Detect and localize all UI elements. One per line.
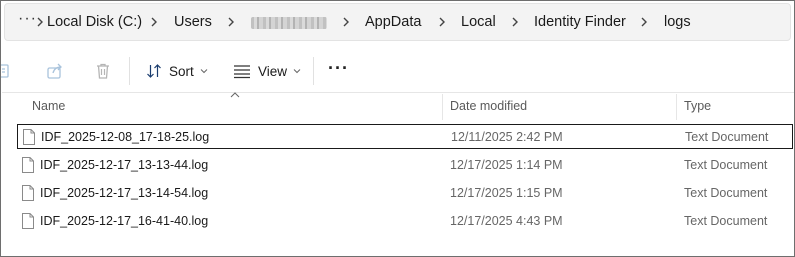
chevron-right-icon[interactable] — [224, 15, 238, 29]
file-explorer-window: ··· Local Disk (C:) Users AppData Local … — [0, 0, 795, 257]
rename-icon[interactable] — [1, 61, 16, 81]
chevron-down-icon — [200, 67, 208, 75]
file-name: IDF_2025-12-17_16-41-40.log — [40, 214, 209, 228]
text-file-icon — [21, 213, 35, 229]
column-header-name[interactable]: Name — [31, 93, 441, 119]
text-file-icon — [21, 185, 35, 201]
view-list-icon — [233, 63, 251, 79]
text-file-icon — [22, 129, 36, 145]
sort-icon — [146, 63, 162, 79]
column-divider[interactable] — [676, 94, 677, 120]
file-date-modified: 12/11/2025 2:42 PM — [451, 130, 563, 144]
chevron-down-icon — [293, 67, 301, 75]
file-name: IDF_2025-12-08_17-18-25.log — [41, 130, 210, 144]
breadcrumb-identity-finder[interactable]: Identity Finder — [534, 14, 626, 30]
breadcrumb-local[interactable]: Local — [461, 14, 496, 30]
chevron-right-icon[interactable] — [637, 15, 651, 29]
file-name: IDF_2025-12-17_13-13-44.log — [40, 158, 209, 172]
file-type: Text Document — [684, 214, 768, 228]
file-row[interactable]: IDF_2025-12-17_13-14-54.log 12/17/2025 1… — [17, 181, 793, 206]
file-date-modified: 12/17/2025 1:15 PM — [450, 186, 563, 200]
column-header-type[interactable]: Type — [683, 93, 793, 119]
breadcrumb-local-disk[interactable]: Local Disk (C:) — [47, 14, 142, 30]
file-type: Text Document — [685, 130, 769, 144]
file-row[interactable]: IDF_2025-12-08_17-18-25.log 12/11/2025 2… — [17, 124, 793, 149]
sort-button[interactable]: Sort — [146, 60, 208, 82]
chevron-right-icon[interactable] — [33, 15, 47, 29]
chevron-right-icon[interactable] — [339, 15, 353, 29]
chevron-right-icon[interactable] — [508, 15, 522, 29]
breadcrumb-logs[interactable]: logs — [664, 14, 691, 30]
file-date-modified: 12/17/2025 1:14 PM — [450, 158, 563, 172]
breadcrumb-username-redacted[interactable] — [251, 17, 327, 29]
column-header-date[interactable]: Date modified — [449, 93, 675, 119]
sort-label: Sort — [169, 63, 194, 79]
command-bar: Sort View ··· — [1, 49, 794, 93]
file-type: Text Document — [684, 158, 768, 172]
column-divider[interactable] — [442, 94, 443, 120]
view-label: View — [258, 63, 288, 79]
breadcrumb-users[interactable]: Users — [174, 14, 212, 30]
breadcrumb-appdata[interactable]: AppData — [365, 14, 421, 30]
text-file-icon — [21, 157, 35, 173]
view-button[interactable]: View — [233, 60, 301, 82]
file-type: Text Document — [684, 186, 768, 200]
file-name: IDF_2025-12-17_13-14-54.log — [40, 186, 209, 200]
file-date-modified: 12/17/2025 4:43 PM — [450, 214, 563, 228]
delete-icon[interactable] — [93, 61, 113, 81]
file-row[interactable]: IDF_2025-12-17_13-13-44.log 12/17/2025 1… — [17, 153, 793, 178]
more-options-button[interactable]: ··· — [328, 59, 349, 77]
file-row[interactable]: IDF_2025-12-17_16-41-40.log 12/17/2025 4… — [17, 209, 793, 234]
share-icon[interactable] — [45, 61, 65, 81]
chevron-right-icon[interactable] — [435, 15, 449, 29]
toolbar-divider — [129, 57, 130, 85]
toolbar-divider — [313, 57, 314, 85]
chevron-right-icon[interactable] — [147, 15, 161, 29]
address-bar[interactable]: ··· Local Disk (C:) Users AppData Local … — [4, 3, 791, 41]
